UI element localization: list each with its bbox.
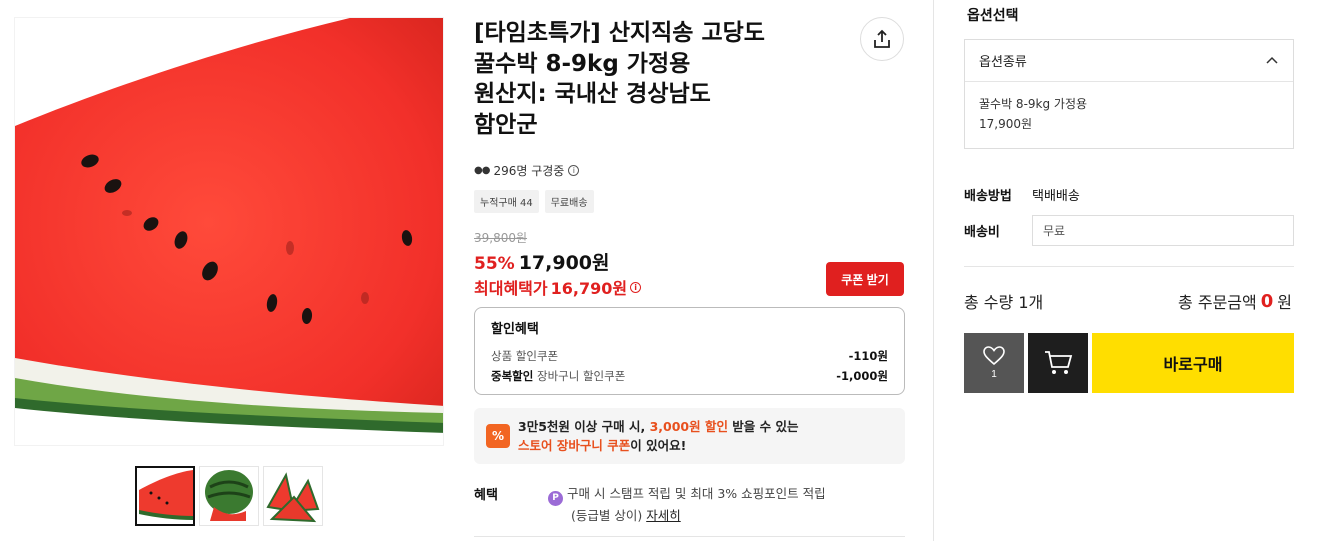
sale-price: 17,900원 [518,252,610,274]
option-select-box: 옵션종류 꿀수박 8-9kg 가정용 17,900원 [964,39,1294,149]
shipping-fee-label: 배송비 [964,225,1000,240]
option-dropdown-label: 옵션종류 [979,55,1027,70]
share-button[interactable] [860,17,904,61]
promo-line2-red: 스토어 장바구니 쿠폰 [518,438,631,453]
shipping-method-row: 배송방법 택배배송 [964,185,1080,204]
discount-box-title: 할인혜택 [491,322,539,337]
divider [474,536,905,537]
option-item-price: 17,900원 [979,117,1033,131]
total-quantity: 총 수량 1개 [964,293,1044,312]
promo-line1-red: 3,000원 할인 [649,419,728,434]
original-price: 39,800원 [474,231,528,245]
discount-row: 상품 할인쿠폰 -110원 [491,346,888,366]
shipping-method-value: 택배배송 [1032,189,1080,204]
discount-row-text: 장바구니 할인쿠폰 [536,369,626,383]
tag-free-shipping: 무료배송 [544,190,594,213]
discount-row-label: 상품 할인쿠폰 [491,349,559,363]
like-button[interactable]: 1 [964,333,1024,393]
discount-row-amount: -110원 [848,349,888,363]
benefit-line2: (등급별 상이) [571,508,647,523]
thumbnail-1[interactable] [135,466,195,526]
max-benefit-value: 16,790원 [550,279,628,298]
option-item[interactable]: 꿀수박 8-9kg 가정용 17,900원 [965,82,1293,146]
promo-line2-b: 이 있어요! [630,438,687,453]
store-cart-coupon-banner[interactable]: % 3만5천원 이상 구매 시, 3,000원 할인 받을 수 있는 스토어 장… [474,408,905,464]
promo-text: 3만5천원 이상 구매 시, 3,000원 할인 받을 수 있는 스토어 장바구… [518,417,799,455]
main-product-image [14,17,444,446]
info-icon[interactable]: i [568,165,580,176]
benefit-label: 혜택 [474,488,498,503]
cart-button[interactable] [1028,333,1088,393]
benefit-text: P 구매 시 스탬프 적립 및 최대 3% 쇼핑포인트 적립 (등급별 상이) 자… [548,484,826,525]
shipping-fee-field: 무료 [1032,215,1294,246]
viewers-text: 296명 구경중 [493,164,565,178]
chevron-up-icon [1266,56,1278,64]
option-item-name: 꿀수박 8-9kg 가정용 [979,97,1088,111]
max-benefit-price: 최대혜택가 16,790원 i [474,275,642,299]
detail-link[interactable]: 자세히 [646,508,681,523]
discount-rate: 55% [474,254,515,274]
product-title: [타임초특가] 산지직송 고당도 꿀수박 8-9kg 가정용 원산지: 국내산 … [474,18,834,140]
divider [964,266,1294,267]
promo-line1-b: 받을 수 있는 [727,419,799,434]
title-line: [타임초특가] 산지직송 고당도 [474,20,765,46]
thumbnail-2[interactable] [199,466,259,526]
option-section-title: 옵션선택 [967,8,1019,24]
info-icon[interactable]: i [630,281,642,293]
discount-benefit-box: 할인혜택 상품 할인쿠폰 -110원 중복할인 장바구니 할인쿠폰 -1,000… [474,307,905,395]
price-row: 55% 17,900원 [474,248,610,275]
heart-icon [983,346,1005,366]
benefit-line1: 구매 시 스탬프 적립 및 최대 3% 쇼핑포인트 적립 [567,486,826,501]
title-line: 꿀수박 8-9kg 가정용 [474,50,691,77]
discount-row-amount: -1,000원 [836,369,888,383]
discount-row-label: 중복할인 장바구니 할인쿠폰 [491,366,625,386]
shipping-fee-row: 배송비 무료 [964,215,1294,246]
coupon-button[interactable]: 쿠폰 받기 [826,262,904,296]
total-amount-unit: 원 [1277,293,1292,312]
viewers-count: ●● 296명 구경중 i [474,162,580,179]
shipping-method-label: 배송방법 [964,189,1012,204]
title-line: 원산지: 국내산 경상남도 [474,81,711,107]
discount-row: 중복할인 장바구니 할인쿠폰 -1,000원 [491,366,888,386]
thumbnail-list [135,466,323,526]
total-amount: 총 주문금액 0 원 [1178,289,1292,313]
percent-icon: % [486,424,510,448]
panel-divider [933,0,934,541]
title-line: 함안군 [474,111,538,138]
option-dropdown-header[interactable]: 옵션종류 [965,40,1293,82]
like-count: 1 [991,369,997,380]
watermelon-image [15,18,443,433]
thumbnail-3[interactable] [263,466,323,526]
tag-cumulative-purchase: 누적구매 44 [474,190,539,213]
total-amount-value: 0 [1260,290,1274,312]
share-icon [874,29,890,48]
eyes-icon: ●● [474,165,490,176]
cart-icon [1045,351,1073,374]
buy-now-button[interactable]: 바로구매 [1092,333,1294,393]
total-amount-label: 총 주문금액 [1178,293,1257,312]
promo-line1-a: 3만5천원 이상 구매 시, [518,419,650,434]
max-benefit-label: 최대혜택가 [474,279,548,298]
tag-list: 누적구매 44 무료배송 [474,190,594,213]
point-icon: P [548,491,563,506]
discount-row-prefix: 중복할인 [491,369,534,383]
